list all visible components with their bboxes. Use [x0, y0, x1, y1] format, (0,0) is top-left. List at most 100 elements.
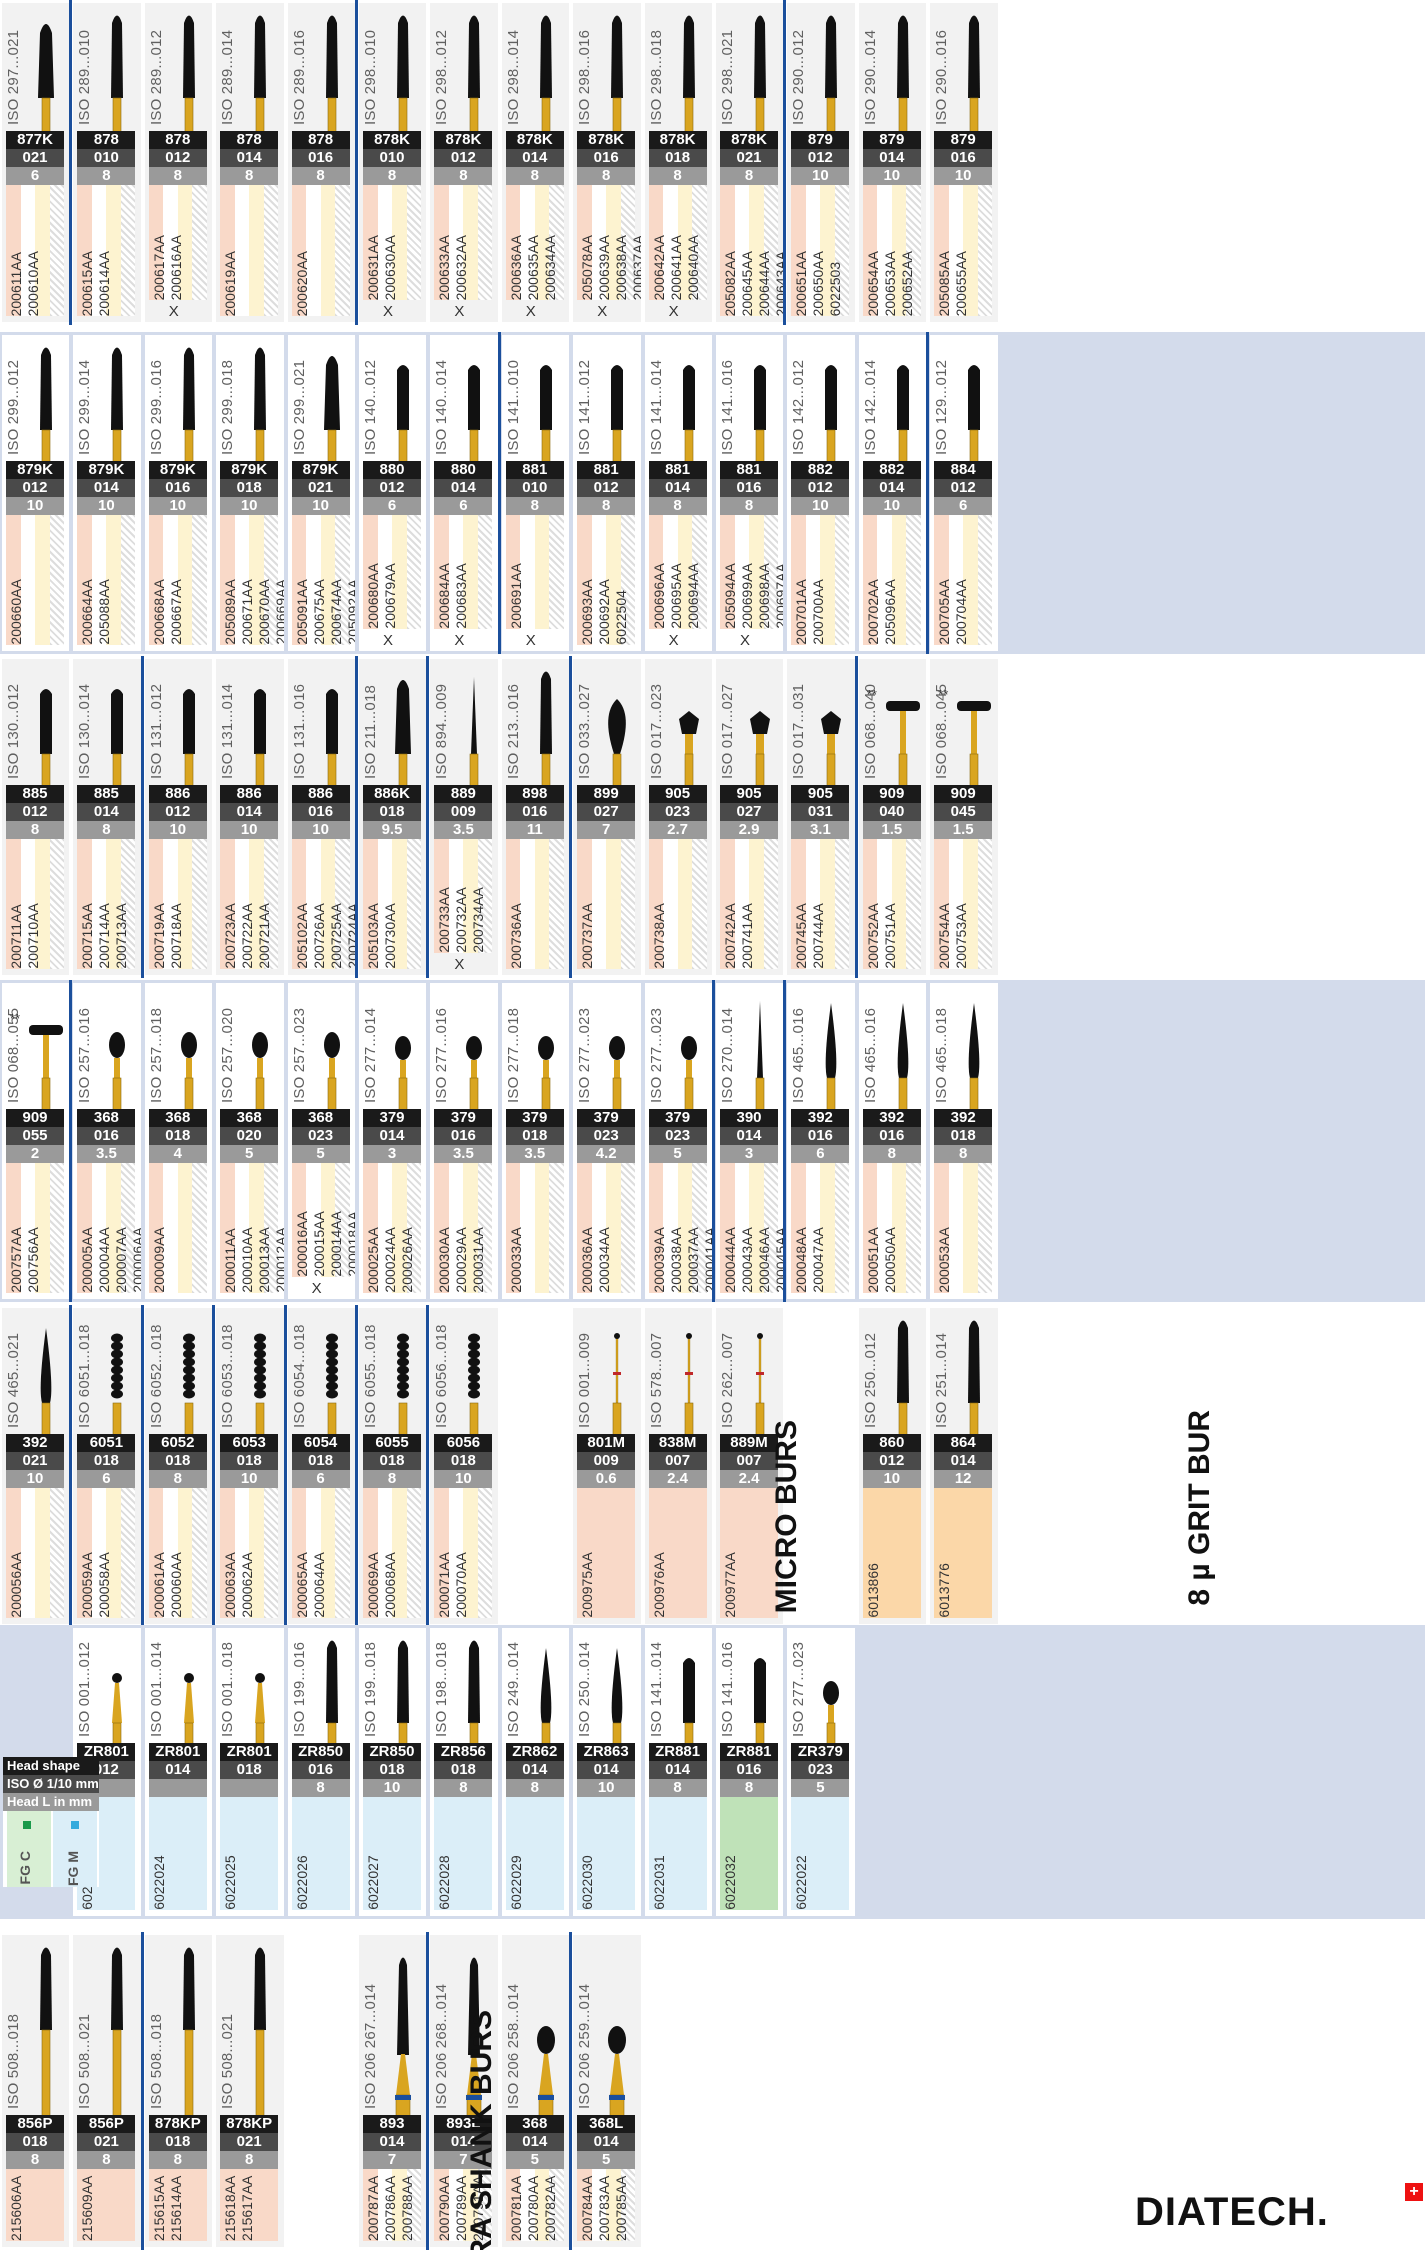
- bur-cell[interactable]: ISO 198...018 ZR856 018 8 6022028: [430, 1628, 498, 1916]
- bur-cell[interactable]: ISO 578...007 838M 007 2.4 200976AA: [644, 1308, 712, 1624]
- bur-cell[interactable]: ISO 297...021 877K 021 6 200611AA 200610AA: [2, 3, 70, 322]
- column-separator: [854, 656, 858, 978]
- bur-cell[interactable]: ISO 6055...018 6055 018 8 200069AA 200068AA: [359, 1308, 427, 1624]
- bur-cell[interactable]: ISO 298...021 878K 021 8 205082AA 200645AA 20…: [716, 3, 784, 322]
- column-separator: [212, 1305, 216, 1627]
- bur-cell[interactable]: ISO 142...014 882 014 10 200702AA 205096AA: [858, 335, 927, 651]
- bur-cell[interactable]: ISO 250...012 860 012 10 6013866: [858, 1308, 927, 1624]
- bur-cell[interactable]: ISO 211...018 886K 018 9.5 205103AA 200730AA: [359, 659, 427, 975]
- bur-cell[interactable]: ISO 142...012 882 012 10 200701AA 200700AA: [787, 335, 855, 651]
- bur-cell[interactable]: ISO 001...009 801M 009 0.6 200975AA: [573, 1308, 641, 1624]
- bur-cell[interactable]: ISO 130...012 885 012 8 200711AA 200710AA: [2, 659, 70, 975]
- bur-cell[interactable]: ISO 141...016 881 016 8 205094AA 200699AA 200…: [716, 335, 784, 651]
- bur-spec: 878 012 8: [148, 130, 207, 185]
- bur-cell[interactable]: ISO 277...023 ZR379 023 5 6022022: [787, 1628, 855, 1916]
- bur-cell[interactable]: ISO 6056...018 6056 018 10 200071AA 200070AA: [430, 1308, 498, 1624]
- head-length: 12: [934, 1470, 993, 1489]
- bur-cell[interactable]: ISO 130...014 885 014 8 200715AA 200714AA 200…: [73, 659, 141, 975]
- bur-cell[interactable]: ISO 250...014 ZR863 014 10 6022030: [573, 1628, 641, 1916]
- bur-cell[interactable]: ISO 289...014 878 014 8 200619AA: [216, 3, 284, 322]
- head-length: 8: [934, 1145, 993, 1164]
- bur-cell[interactable]: ISO 033...027 899 027 7 200737AA: [573, 659, 641, 975]
- bur-cell[interactable]: ISO 894...009 889 009 3.5 200733AA 200732AA 2…: [430, 659, 498, 975]
- bur-cell[interactable]: ISO 298...016 878K 016 8 205078AA 200639AA 20…: [573, 3, 641, 322]
- bur-cell[interactable]: ISO 017...023 905 023 2.7 200738AA: [644, 659, 712, 975]
- bur-cell[interactable]: ISO 465...021 392 021 10 200056AA: [2, 1308, 70, 1624]
- bur-cell[interactable]: ISO 6054...018 6054 018 6 200065AA 200064AA: [287, 1308, 355, 1624]
- bur-cell[interactable]: ISO 299...018 879K 018 10 205089AA 200671AA 2…: [216, 335, 284, 651]
- head-length: 5: [577, 2151, 636, 2169]
- bur-cell[interactable]: ISO 206 258...014 368 014 5 200781AA 200780AA…: [501, 1935, 570, 2247]
- bur-cell[interactable]: ISO 249...014 ZR862 014 8 6022029: [501, 1628, 570, 1916]
- iso-code: ISO 199...016: [290, 1642, 308, 1738]
- bur-cell[interactable]: ISO 277...023 379 023 4.2 200036AA 200034AA: [573, 983, 641, 1299]
- bur-cell[interactable]: ISO 140...012 880 012 6 200680AA 200679AA X: [359, 335, 427, 651]
- bur-cell[interactable]: ISO 131...014 886 014 10 200723AA 200722AA 20…: [216, 659, 284, 975]
- article-number: 6022031: [650, 1855, 667, 1910]
- bur-cell[interactable]: ISO 299...021 879K 021 10 205091AA 200675AA 2…: [287, 335, 355, 651]
- head-length: 7: [577, 821, 636, 840]
- bur-cell[interactable]: ISO 277...018 379 018 3.5 200033AA: [501, 983, 570, 1299]
- bur-cell[interactable]: ISO 6052...018 6052 018 8 200061AA 200060AA: [144, 1308, 213, 1624]
- bur-cell[interactable]: ISO 141...016 ZR881 016 8 6022032: [716, 1628, 784, 1916]
- bur-cell[interactable]: ISO 289...010 878 010 8 200615AA 200614AA: [73, 3, 141, 322]
- bur-cell[interactable]: ISO 001...018 ZR801 018 6022025: [216, 1628, 284, 1916]
- bur-cell[interactable]: ISO 508...021 878KP 021 8 215618AA 215617AA: [216, 1935, 284, 2247]
- bur-cell[interactable]: ISO 141...014 881 014 8 200696AA 200695AA 200…: [644, 335, 712, 651]
- bur-cell[interactable]: ISO 290...016 879 016 10 205085AA 200655AA: [930, 3, 998, 322]
- bur-cell[interactable]: ISO 140...014 880 014 6 200684AA 200683AA X: [430, 335, 498, 651]
- bur-cell[interactable]: ISO 508...021 856P 021 8 215609AA: [73, 1935, 141, 2247]
- bur-cell[interactable]: ISO 299...016 879K 016 10 200668AA 200667AA: [144, 335, 213, 651]
- bur-cell[interactable]: ISO 257...018 368 018 4 200009AA: [144, 983, 213, 1299]
- bur-cell[interactable]: ISO 298...012 878K 012 8 200633AA 200632AA X: [430, 3, 498, 322]
- bur-cell[interactable]: ISO 017...027 905 027 2.9 200742AA 200741AA: [716, 659, 784, 975]
- bur-cell[interactable]: ISO 068...045 ** 909 045 1.5 200754AA 200753A…: [930, 659, 998, 975]
- bur-cell[interactable]: ISO 213...016 898 016 11 200736AA: [501, 659, 570, 975]
- bur-cell[interactable]: ISO 270...014 390 014 3 200044AA 200043AA 200…: [716, 983, 784, 1299]
- bur-cell[interactable]: ISO 289...012 878 012 8 200617AA 200616AA X: [144, 3, 213, 322]
- bur-cell[interactable]: ISO 298...014 878K 014 8 200636AA 200635AA 20…: [501, 3, 570, 322]
- head-length: [148, 1779, 207, 1798]
- bur-cell[interactable]: ISO 257...020 368 020 5 200011AA 200010AA 200…: [216, 983, 284, 1299]
- bur-spec: 392 016 6: [791, 1109, 850, 1164]
- bur-cell[interactable]: ISO 206 259...014 368L 014 5 200784AA 200783A…: [573, 1935, 641, 2247]
- bur-cell[interactable]: ISO 277...023 379 023 5 200039AA 200038AA 200…: [644, 983, 712, 1299]
- bur-cell[interactable]: ISO 199...018 ZR850 018 10 6022027: [359, 1628, 427, 1916]
- bur-cell[interactable]: ISO 141...010 881 010 8 200691AA X: [501, 335, 570, 651]
- bur-cell[interactable]: ISO 277...014 379 014 3 200025AA 200024AA 200…: [359, 983, 427, 1299]
- bur-cell[interactable]: ISO 508...018 856P 018 8 215606AA: [2, 1935, 70, 2247]
- bur-cell[interactable]: ISO 017...031 905 031 3.1 200745AA 200744AA: [787, 659, 855, 975]
- article-numbers: 205102AA 200726AA 200725AA 200724AA: [294, 839, 355, 969]
- bur-cell[interactable]: ISO 6053...018 6053 018 10 200063AA 200062AA: [216, 1308, 284, 1624]
- bur-cell[interactable]: ISO 001...014 ZR801 014 6022024: [144, 1628, 213, 1916]
- bur-cell[interactable]: ISO 290...012 879 012 10 200651AA 200650AA 60…: [787, 3, 855, 322]
- bur-cell[interactable]: ISO 206 267...014 893 014 7 200787AA 200786AA…: [359, 1935, 427, 2247]
- bur-cell[interactable]: ISO 465...016 392 016 6 200048AA 200047AA: [787, 983, 855, 1299]
- bur-cell[interactable]: ISO 068...040 ** 909 040 1.5 200752AA 200751A…: [858, 659, 927, 975]
- bur-cell[interactable]: ISO 298...018 878K 018 8 200642AA 200641AA 20…: [644, 3, 712, 322]
- bur-cell[interactable]: ISO 290...014 879 014 10 200654AA 200653AA 20…: [858, 3, 927, 322]
- bur-cell[interactable]: ISO 199...016 ZR850 016 8 6022026: [287, 1628, 355, 1916]
- bur-cell[interactable]: ISO 141...012 881 012 8 200693AA 200692AA 602…: [573, 335, 641, 651]
- bur-cell[interactable]: ISO 508...018 878KP 018 8 215615AA 215614AA: [144, 1935, 213, 2247]
- head-shape: 368: [220, 1109, 279, 1128]
- bur-cell[interactable]: ISO 299...014 879K 014 10 200664AA 205088AA: [73, 335, 141, 651]
- bur-cell[interactable]: ISO 289...016 878 016 8 200620AA: [287, 3, 355, 322]
- bur-cell[interactable]: ISO 299...012 879K 012 10 200660AA: [2, 335, 70, 651]
- bur-cell[interactable]: ISO 298...010 878K 010 8 200631AA 200630AA X: [359, 3, 427, 322]
- bur-cell[interactable]: ISO 068...055 ** 909 055 2 200757AA 200756AA: [2, 983, 70, 1299]
- iso-diameter: 040: [862, 803, 921, 822]
- bur-cell[interactable]: ISO 257...023 368 023 5 200016AA 200015AA 200…: [287, 983, 355, 1299]
- bur-cell[interactable]: ISO 129...012 884 012 6 200705AA 200704AA: [930, 335, 998, 651]
- bur-cell[interactable]: ISO 251...014 864 014 12 6013776: [930, 1308, 998, 1624]
- bur-cell[interactable]: ISO 131...016 886 016 10 205102AA 200726AA 20…: [287, 659, 355, 975]
- bur-cell[interactable]: ISO 465...018 392 018 8 200053AA: [930, 983, 998, 1299]
- bur-cell[interactable]: ISO 6051...018 6051 018 6 200059AA 200058AA: [73, 1308, 141, 1624]
- article-numbers: 6022026: [294, 1797, 352, 1910]
- bur-cell[interactable]: ISO 131...012 886 012 10 200719AA 200718AA: [144, 659, 213, 975]
- bur-cell[interactable]: ISO 465...016 392 016 8 200051AA 200050AA: [858, 983, 927, 1299]
- bur-cell[interactable]: ISO 141...014 ZR881 014 8 6022031: [644, 1628, 712, 1916]
- bur-cell[interactable]: ISO 277...016 379 016 3.5 200030AA 200029AA 2…: [430, 983, 498, 1299]
- head-length: 8: [720, 1779, 778, 1798]
- bur-cell[interactable]: ISO 257...016 368 016 3.5 200005AA 200004AA 2…: [73, 983, 141, 1299]
